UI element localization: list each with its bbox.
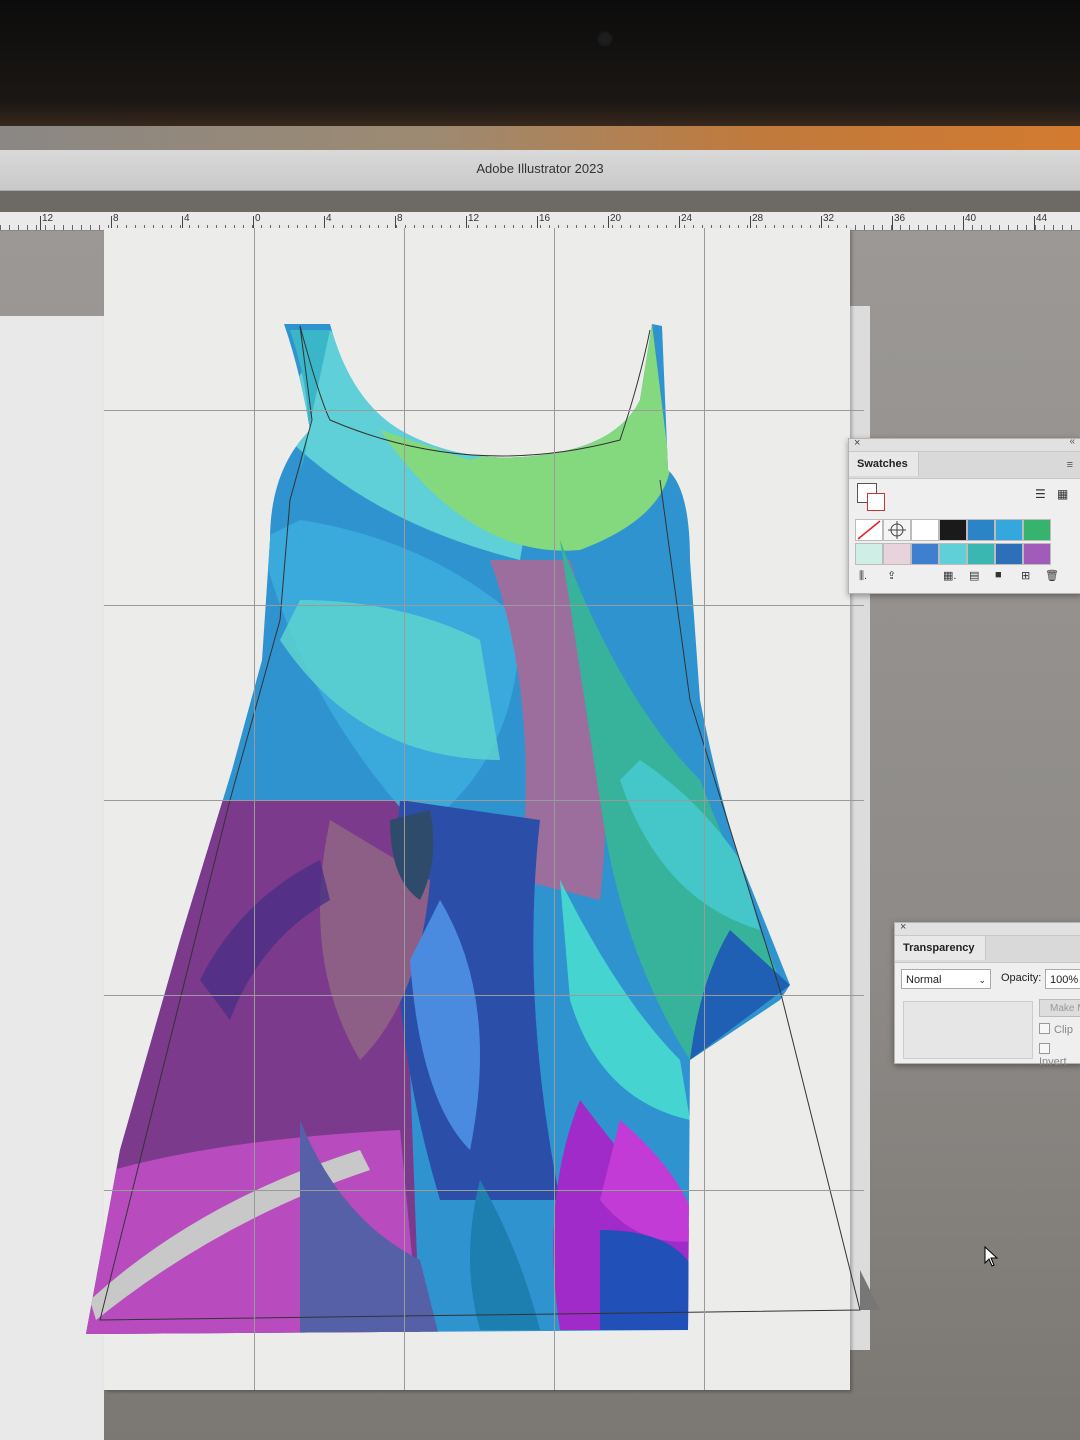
- color-swatch[interactable]: [883, 543, 911, 565]
- checkbox-box: [1039, 1043, 1050, 1054]
- color-swatch[interactable]: [1023, 543, 1051, 565]
- registration-swatch[interactable]: [883, 519, 911, 541]
- blend-mode-select[interactable]: Normal ⌄: [901, 969, 991, 989]
- color-swatch[interactable]: [967, 543, 995, 565]
- none-swatch[interactable]: [855, 519, 883, 541]
- color-swatch[interactable]: [995, 543, 1023, 565]
- clip-label: Clip: [1054, 1024, 1073, 1036]
- color-swatch[interactable]: [995, 519, 1023, 541]
- collapse-icon[interactable]: «: [1069, 436, 1075, 447]
- color-swatch[interactable]: [911, 519, 939, 541]
- dress-artwork[interactable]: [0, 0, 1080, 1440]
- stroke-swatch[interactable]: [867, 493, 885, 511]
- color-swatch[interactable]: [967, 519, 995, 541]
- transparency-panel-bar[interactable]: ×: [895, 921, 1080, 936]
- swatch-options-icon[interactable]: ▤: [969, 569, 979, 582]
- new-group-icon[interactable]: ■: [995, 569, 1002, 581]
- mask-thumbnail: [903, 1001, 1033, 1059]
- invert-label: Invert: [1039, 1056, 1067, 1068]
- opacity-label: Opacity:: [1001, 972, 1042, 984]
- transparency-tabrow: Transparency: [895, 936, 1080, 963]
- blend-mode-value: Normal: [906, 974, 942, 986]
- swatch-kinds-icon[interactable]: ▦.: [943, 569, 956, 582]
- registration-icon: [888, 521, 906, 539]
- checkbox-box: [1039, 1023, 1050, 1034]
- none-swatch-icon: [857, 520, 881, 540]
- color-swatch[interactable]: [939, 519, 967, 541]
- close-icon[interactable]: ×: [900, 921, 906, 933]
- color-swatch[interactable]: [939, 543, 967, 565]
- panel-menu-icon[interactable]: ≡: [1067, 459, 1073, 471]
- mouse-cursor-icon: [984, 1246, 999, 1267]
- color-swatch[interactable]: [1023, 519, 1051, 541]
- clip-checkbox[interactable]: Clip: [1039, 1023, 1073, 1036]
- color-swatch[interactable]: [855, 543, 883, 565]
- grid-view-icon[interactable]: ▦: [1057, 487, 1068, 501]
- outline-corner: [860, 1270, 880, 1310]
- color-swatch[interactable]: [911, 543, 939, 565]
- swatches-panel-bar[interactable]: × «: [849, 436, 1080, 452]
- new-swatch-icon[interactable]: ⊞: [1021, 569, 1030, 582]
- opacity-field[interactable]: 100%: [1045, 969, 1080, 989]
- make-mask-button[interactable]: Make M: [1039, 999, 1080, 1017]
- chevron-down-icon: ⌄: [978, 975, 986, 985]
- place-swatch-icon[interactable]: ⇪: [887, 569, 896, 582]
- swatch-libraries-icon[interactable]: ⫼.: [859, 570, 867, 583]
- transparency-panel[interactable]: × Transparency Normal ⌄ Opacity: 100% Ma…: [894, 921, 1080, 1068]
- invert-checkbox[interactable]: Invert: [1039, 1043, 1080, 1068]
- tab-swatches[interactable]: Swatches: [849, 452, 919, 476]
- swatches-panel[interactable]: × « Swatches ≡ ☰ ▦ ⫼. ⇪ ▦. ▤ ■ ⊞ 🗑: [848, 436, 1080, 594]
- close-icon[interactable]: ×: [854, 437, 860, 449]
- tab-transparency[interactable]: Transparency: [895, 936, 986, 960]
- list-view-icon[interactable]: ☰: [1035, 487, 1046, 501]
- trash-icon[interactable]: 🗑: [1045, 569, 1059, 582]
- swatches-tabrow: Swatches ≡: [849, 452, 1080, 479]
